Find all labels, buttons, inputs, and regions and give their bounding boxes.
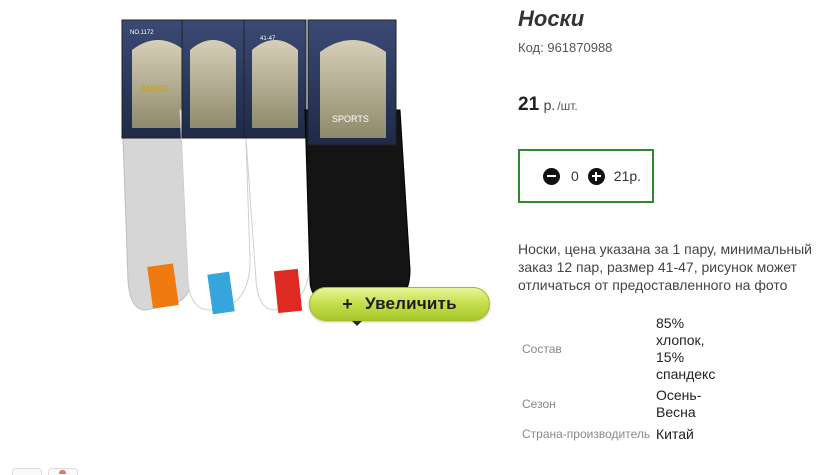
- thumbnail[interactable]: [12, 468, 42, 475]
- spec-value-country: Китай: [656, 425, 694, 442]
- quantity-value[interactable]: 0: [571, 168, 579, 184]
- minus-circle-icon[interactable]: [543, 167, 560, 185]
- product-description: Носки, цена указана за 1 пару, минимальн…: [518, 241, 812, 293]
- pkg-label-no: NO.1172: [130, 30, 154, 36]
- specs-table: Состав 85% хлопок, 15% спандекс Сезон Ос…: [518, 315, 818, 445]
- sock-white-1: [179, 109, 251, 315]
- sock-white-2: [243, 109, 316, 314]
- spec-value-season: Осень-Весна: [656, 387, 702, 420]
- product-image[interactable]: NO.1172 41-47 SPORTS AMISS + Увеличить: [110, 10, 490, 340]
- zoom-label: Увеличить: [364, 294, 457, 313]
- price-unit: /шт.: [557, 99, 578, 113]
- product-title: Носки: [518, 6, 585, 31]
- quantity-stepper: 0 21р.: [518, 149, 654, 203]
- zoom-plus-icon: +: [342, 293, 353, 314]
- product-price: 21 р./шт.: [518, 94, 578, 116]
- spec-label-composition: Состав: [522, 342, 562, 356]
- product-code: Код: 961870988: [518, 40, 612, 55]
- zoom-button[interactable]: + Увеличить: [309, 287, 490, 321]
- spec-label-country: Страна-производитель: [522, 427, 651, 441]
- pkg-label-brand: AMISS: [139, 84, 168, 94]
- pkg-label-sports: SPORTS: [332, 114, 369, 124]
- spec-row: Состав 85% хлопок, 15% спандекс: [518, 315, 818, 382]
- spec-row: Сезон Осень-Весна: [518, 385, 818, 423]
- price-value: 21: [518, 94, 540, 115]
- thumbnail-dot-icon: [59, 470, 66, 474]
- spec-label-season: Сезон: [522, 397, 556, 411]
- plus-circle-icon[interactable]: [587, 167, 605, 185]
- product-code-value: 961870988: [547, 40, 613, 55]
- pkg-label-size: 41-47: [260, 36, 276, 42]
- thumbnail[interactable]: [48, 468, 78, 475]
- spec-value-composition: 85% хлопок, 15% спандекс: [656, 315, 716, 382]
- quantity-total: 21р.: [613, 168, 642, 184]
- zoom-pointer-icon: [352, 321, 362, 326]
- price-currency: р.: [543, 97, 556, 113]
- product-code-label: Код:: [518, 40, 544, 55]
- thumbnail-strip: [0, 466, 821, 475]
- spec-row: Страна-производитель Китай: [518, 423, 818, 445]
